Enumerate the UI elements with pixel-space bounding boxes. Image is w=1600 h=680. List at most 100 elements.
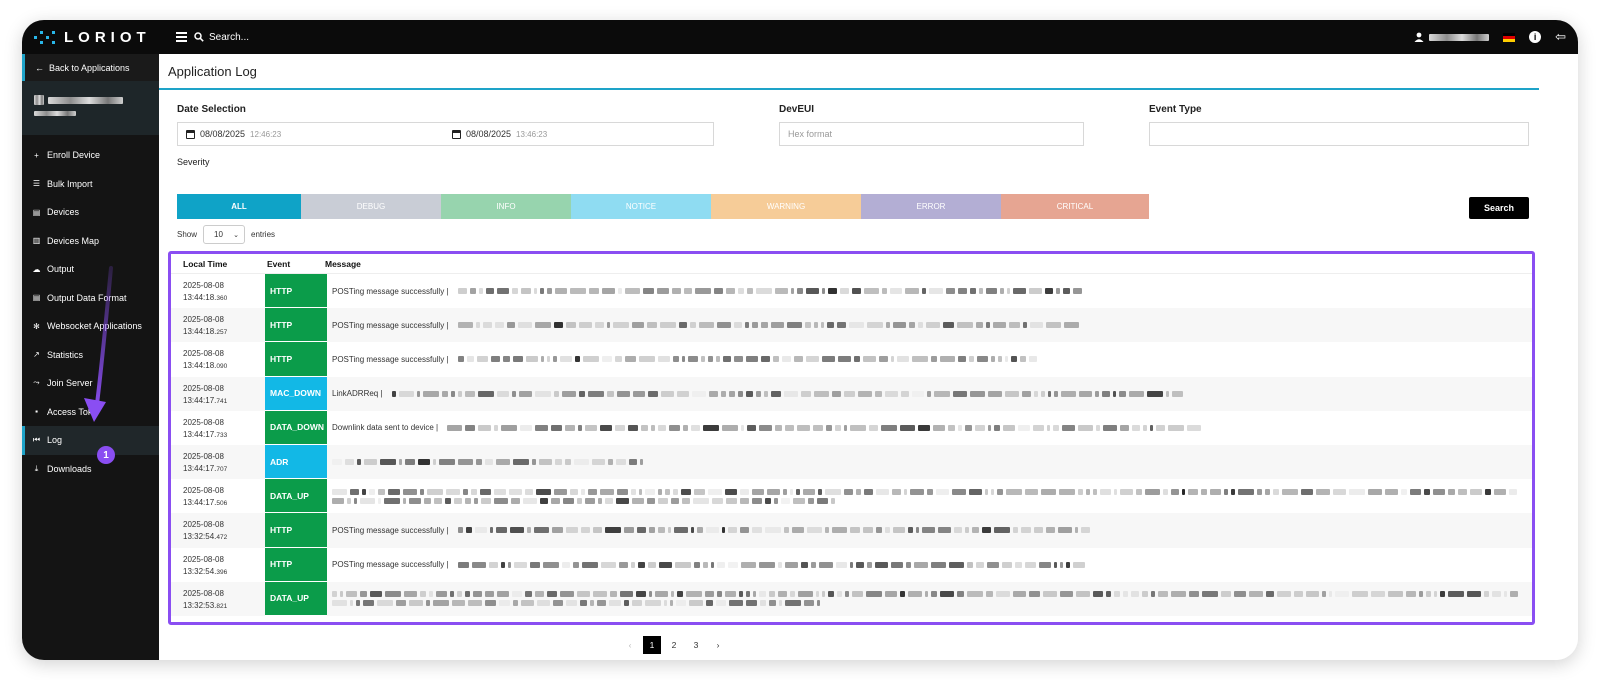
redacted-block: [674, 561, 691, 568]
table-row[interactable]: 2025-08-08 13:32:53.821 DATA_UP: [171, 581, 1532, 616]
redacted-block: [988, 424, 992, 431]
redacted-block: [808, 497, 814, 504]
redacted-block: [570, 488, 578, 495]
table-row[interactable]: 2025-08-08 13:44:18.090 HTTP POSTing messag…: [171, 342, 1532, 377]
redacted-block: [821, 288, 825, 295]
sidebar-item-websocket-applications[interactable]: ✻ Websocket Applications: [22, 312, 159, 341]
table-row[interactable]: 2025-08-08 13:32:54.472 HTTP POSTing messag…: [171, 513, 1532, 548]
sidebar-item-devices-map[interactable]: ▥ Devices Map: [22, 227, 159, 256]
redacted-block: [507, 561, 511, 568]
redacted-block: [1053, 390, 1058, 397]
redacted-block: [658, 497, 668, 504]
date-range-field[interactable]: 08/08/2025 12:46:23 08/08/2025 13:46:23: [177, 122, 714, 146]
sidebar-item-join-server[interactable]: ⤳ Join Server: [22, 369, 159, 398]
sidebar-item-statistics[interactable]: ↗ Statistics: [22, 341, 159, 370]
col-event[interactable]: Event: [258, 259, 320, 269]
redacted-block: [1277, 591, 1291, 598]
message-prefix: POSTing message successfully |: [332, 560, 449, 570]
redacted-block: [645, 600, 661, 607]
date-from-time: 12:46:23: [250, 129, 282, 139]
sidebar-item-enroll-device[interactable]: + Enroll Device: [22, 141, 159, 170]
redacted-block: [1467, 591, 1481, 598]
redacted-block: [426, 600, 430, 607]
severity-debug-button[interactable]: DEBUG: [301, 194, 441, 219]
redacted-block: [629, 459, 637, 466]
redacted-block: [587, 390, 604, 397]
redacted-block: [881, 424, 898, 431]
redacted-block: [694, 288, 711, 295]
table-row[interactable]: 2025-08-08 13:44:17.707 ADR: [171, 444, 1532, 480]
redacted-block: [1013, 591, 1026, 598]
sidebar-item-bulk-import[interactable]: ☰ Bulk Import: [22, 170, 159, 199]
redacted-block: [978, 288, 983, 295]
row-time-value: 13:32:53.: [183, 600, 217, 610]
back-to-applications-link[interactable]: ← Back to Applications: [22, 54, 159, 81]
redacted-block: [957, 591, 964, 598]
severity-info-button[interactable]: INFO: [441, 194, 571, 219]
logout-icon[interactable]: ⇦: [1555, 29, 1566, 45]
row-time-ms: 472: [216, 534, 228, 542]
sidebar-item-devices[interactable]: ▤ Devices: [22, 198, 159, 227]
row-message: POSTing message successfully |: [327, 548, 1532, 582]
severity-warning-button[interactable]: WARNING: [711, 194, 861, 219]
page-1-button[interactable]: 1: [643, 636, 661, 654]
row-time-ms: 257: [216, 329, 228, 337]
redacted-block: [817, 497, 828, 504]
redacted-block: [1103, 424, 1118, 431]
redacted-block: [369, 488, 375, 495]
plus-icon: +: [34, 150, 39, 160]
sidebar-item-log[interactable]: ⏮ Log: [22, 426, 159, 455]
redacted-block: [670, 600, 673, 607]
redacted-block: [682, 497, 690, 504]
severity-critical-button[interactable]: CRITICAL: [1001, 194, 1149, 219]
event-type-input[interactable]: [1149, 122, 1529, 146]
sidebar-item-output[interactable]: ☁ Output: [22, 255, 159, 284]
redacted-block: [705, 527, 719, 534]
redacted-block: [818, 561, 833, 568]
global-search[interactable]: Search...: [194, 32, 249, 43]
redacted-block: [862, 356, 876, 363]
hamburger-menu-icon[interactable]: [168, 20, 194, 54]
page-3-button[interactable]: 3: [687, 636, 705, 654]
next-page-button[interactable]: ›: [709, 636, 727, 654]
redacted-block: [1114, 488, 1117, 495]
sidebar-item-access-tok[interactable]: ▪ Access Tok: [22, 398, 159, 427]
sidebar-item-output-data-format[interactable]: ▤ Output Data Format: [22, 284, 159, 313]
page-2-button[interactable]: 2: [665, 636, 683, 654]
severity-notice-button[interactable]: NOTICE: [571, 194, 711, 219]
redacted-block: [655, 591, 668, 598]
redacted-block: [694, 488, 705, 495]
prev-page-button[interactable]: ‹: [621, 636, 639, 654]
redacted-block: [581, 488, 585, 495]
date-from-value: 08/08/2025: [200, 129, 246, 139]
table-row[interactable]: 2025-08-08 13:44:18.257 HTTP POSTing messag…: [171, 308, 1532, 343]
table-row[interactable]: 2025-08-08 13:44:17.506 DATA_UP: [171, 479, 1532, 514]
redacted-block: [555, 459, 562, 466]
redacted-block: [1145, 488, 1160, 495]
table-row[interactable]: 2025-08-08 13:32:54.396 HTTP POSTing messag…: [171, 547, 1532, 582]
user-menu[interactable]: [1414, 32, 1490, 42]
table-row[interactable]: 2025-08-08 13:44:17.733 DATA_DOWN Downlink …: [171, 410, 1532, 445]
brand-logo[interactable]: LORIOT: [22, 20, 162, 54]
row-message: Downlink data sent to device |: [327, 411, 1532, 445]
table-row[interactable]: 2025-08-08 13:44:17.741 MAC_DOWN LinkADRReq…: [171, 376, 1532, 411]
redacted-block: [418, 459, 430, 466]
entries-select[interactable]: 10 ⌄: [203, 225, 246, 244]
redacted-block: [601, 288, 615, 295]
sidebar-item-downloads[interactable]: ⤓ Downloads: [22, 455, 159, 484]
info-icon[interactable]: i: [1529, 31, 1542, 43]
search-button[interactable]: Search: [1469, 197, 1529, 219]
col-message[interactable]: Message: [320, 259, 1532, 269]
redacted-block: [733, 356, 743, 363]
date-from[interactable]: 08/08/2025 12:46:23: [186, 129, 452, 139]
redacted-block: [624, 356, 636, 363]
severity-error-button[interactable]: ERROR: [861, 194, 1001, 219]
severity-all-button[interactable]: ALL: [177, 194, 301, 219]
redacted-block: [637, 561, 645, 568]
date-to[interactable]: 08/08/2025 13:46:23: [452, 129, 547, 139]
col-local-time[interactable]: Local Time: [171, 259, 258, 269]
redacted-block: [606, 390, 614, 397]
table-row[interactable]: 2025-08-08 13:44:18.360 HTTP POSTing messag…: [171, 274, 1532, 309]
deveui-input[interactable]: Hex format: [779, 122, 1084, 146]
german-flag-icon[interactable]: [1503, 32, 1516, 42]
